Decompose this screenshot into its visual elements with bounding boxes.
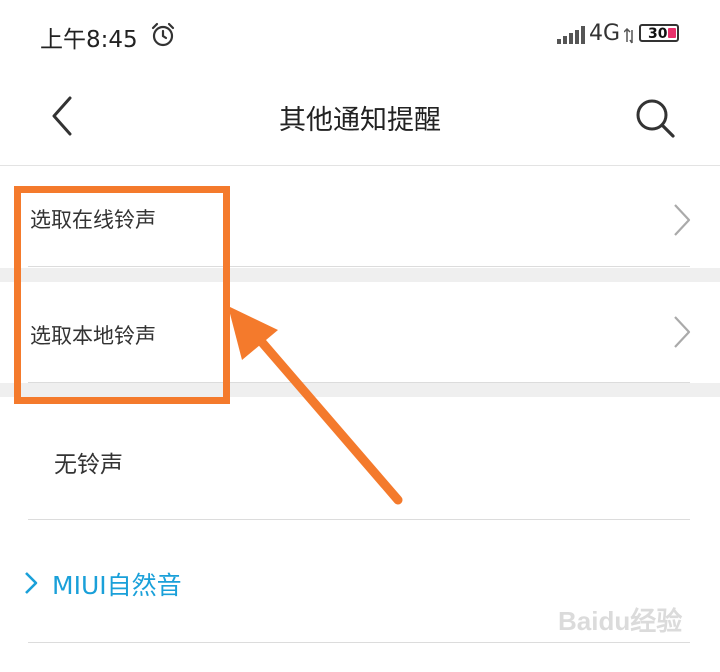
baidu-watermark: Baidu经验 — [558, 606, 682, 636]
signal-icon — [557, 26, 585, 44]
battery-level-bar — [668, 28, 676, 38]
data-arrows-icon — [624, 28, 633, 44]
watermark-text: Baidu经验 — [558, 606, 682, 636]
battery-level: 30 — [648, 26, 668, 42]
section-label: MIUI自然音 — [52, 571, 182, 600]
network-type: 4G — [589, 21, 621, 46]
alarm-icon — [151, 22, 175, 47]
status-time: 上午8:45 — [40, 27, 138, 53]
highlight-box — [14, 186, 230, 404]
page-title: 其他通知提醒 — [279, 105, 441, 136]
search-icon[interactable] — [634, 97, 676, 139]
expand-chevron-icon — [25, 572, 38, 594]
chevron-right-icon — [674, 316, 691, 348]
option-label: 无铃声 — [54, 452, 123, 478]
battery-icon: 30 — [639, 24, 679, 42]
annotation-arrow — [228, 306, 403, 505]
row-divider — [28, 519, 690, 520]
chevron-right-icon — [674, 204, 691, 236]
